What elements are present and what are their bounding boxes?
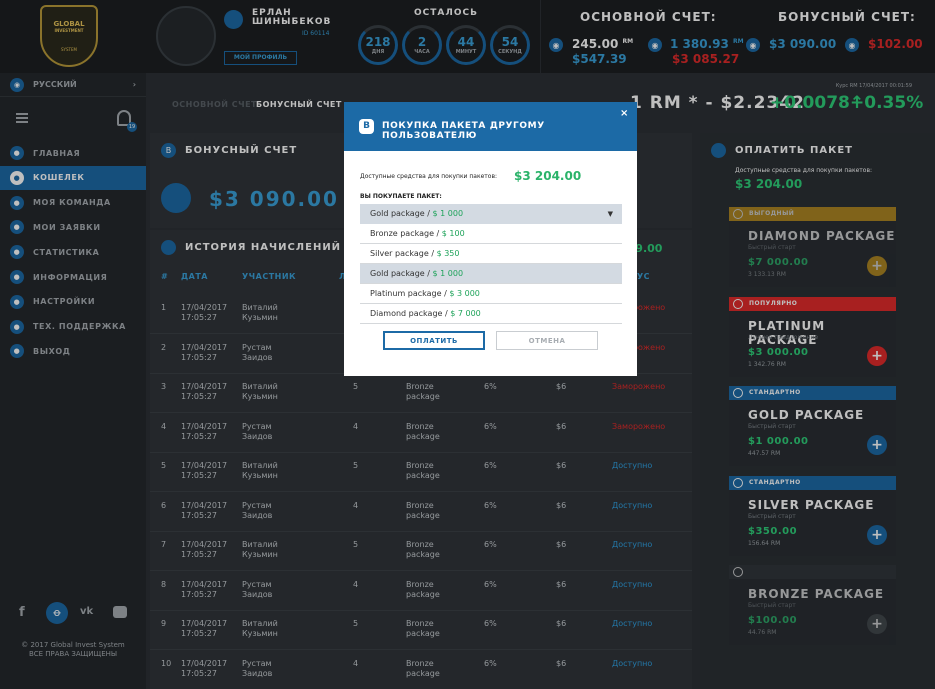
- pay-button[interactable]: ОПЛАТИТЬ: [383, 331, 485, 350]
- purchase-modal: B ПОКУПКА ПАКЕТА ДРУГОМУ ПОЛЬЗОВАТЕЛЮ × …: [344, 102, 637, 376]
- selected-package-name: Gold package: [370, 209, 425, 218]
- option-sep: /: [428, 249, 437, 258]
- option-price: $ 100: [441, 229, 465, 238]
- modal-badge-icon: B: [359, 119, 374, 134]
- option-name: Diamond package: [370, 309, 443, 318]
- package-select[interactable]: Gold package / $ 1 000 ▼: [360, 204, 622, 224]
- chevron-down-icon: ▼: [607, 210, 613, 218]
- option-name: Silver package: [370, 249, 429, 258]
- package-option[interactable]: Diamond package / $ 7 000: [360, 304, 622, 324]
- option-price: $ 7 000: [450, 309, 481, 318]
- option-price: $ 3 000: [449, 289, 480, 298]
- cancel-button[interactable]: ОТМЕНА: [496, 331, 598, 350]
- selected-package-price: $ 1 000: [432, 209, 464, 218]
- option-sep: /: [424, 269, 433, 278]
- package-option[interactable]: Silver package / $ 350: [360, 244, 622, 264]
- package-option[interactable]: Gold package / $ 1 000: [360, 264, 622, 284]
- option-price: $ 350: [436, 249, 460, 258]
- modal-buy-label: ВЫ ПОКУПАЕТЕ ПАКЕТ:: [360, 193, 442, 200]
- option-price: $ 1 000: [432, 269, 464, 278]
- modal-available: $3 204.00: [514, 169, 582, 183]
- modal-available-label: Доступные средства для покупки пакетов:: [360, 173, 498, 180]
- package-option[interactable]: Platinum package / $ 3 000: [360, 284, 622, 304]
- modal-title: ПОКУПКА ПАКЕТА ДРУГОМУ ПОЛЬЗОВАТЕЛЮ: [382, 121, 545, 141]
- option-name: Bronze package: [370, 229, 435, 238]
- option-sep: /: [434, 229, 442, 238]
- package-option[interactable]: Bronze package / $ 100: [360, 224, 622, 244]
- option-name: Platinum package: [370, 289, 442, 298]
- close-icon[interactable]: ×: [620, 108, 628, 119]
- option-name: Gold package: [370, 269, 425, 278]
